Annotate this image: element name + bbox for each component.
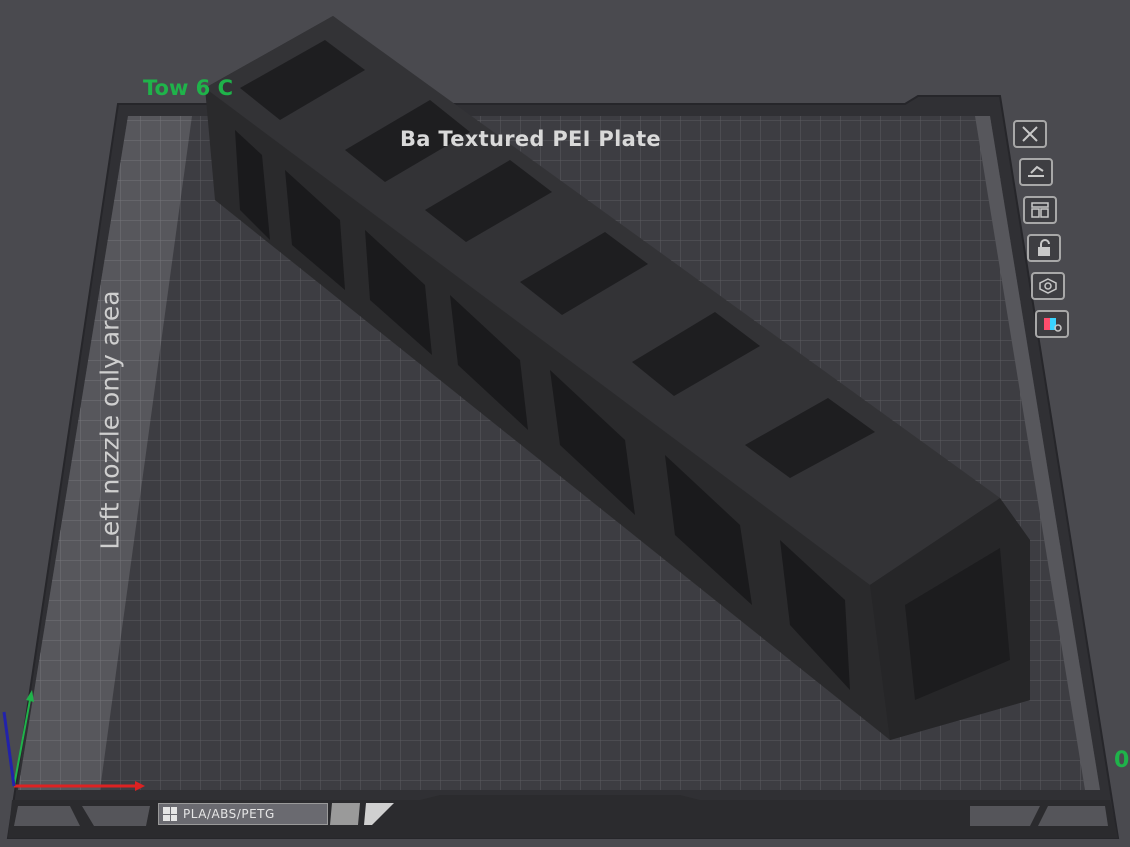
edge-label: 0 bbox=[1114, 748, 1130, 773]
filament-icon bbox=[163, 807, 177, 821]
arrange-button[interactable] bbox=[1023, 196, 1057, 224]
close-icon bbox=[1022, 126, 1038, 142]
plate-type-label: Ba Textured PEI Plate bbox=[400, 127, 661, 151]
filament-tag[interactable]: PLA/ABS/PETG bbox=[158, 803, 328, 825]
auto-orient-icon bbox=[1028, 165, 1044, 177]
lock-button[interactable] bbox=[1027, 234, 1061, 262]
left-nozzle-area-label: Left nozzle only area bbox=[95, 290, 125, 550]
plate-settings-button[interactable] bbox=[1031, 272, 1065, 300]
filament-map-icon bbox=[1044, 318, 1062, 332]
plate-name: Tow 6 C bbox=[143, 76, 234, 100]
plate-settings-icon bbox=[1039, 278, 1057, 294]
auto-orient-button[interactable] bbox=[1019, 158, 1053, 186]
filament-map-button[interactable] bbox=[1035, 310, 1069, 338]
arrange-icon bbox=[1031, 202, 1049, 218]
close-button[interactable] bbox=[1013, 120, 1047, 148]
lock-icon bbox=[1038, 239, 1050, 256]
filament-tag-label: PLA/ABS/PETG bbox=[183, 807, 275, 821]
